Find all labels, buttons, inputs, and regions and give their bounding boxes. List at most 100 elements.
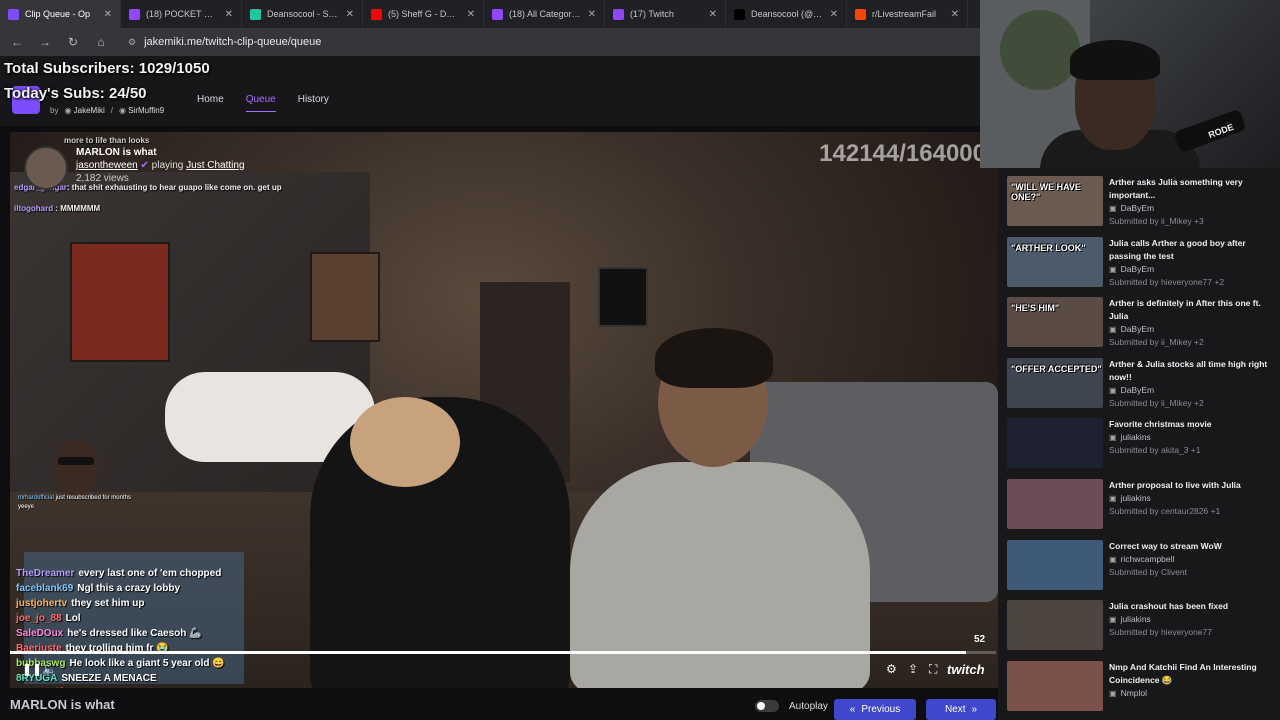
chat-text: they set him up bbox=[71, 598, 145, 609]
channel-icon: ▣ bbox=[1109, 385, 1117, 395]
channel-avatar[interactable] bbox=[24, 146, 68, 190]
channel-name: DaByEm bbox=[1120, 203, 1155, 213]
queue-item-submitter: Submitted by hieveryone77 bbox=[1109, 627, 1213, 638]
category-link[interactable]: Just Chatting bbox=[186, 160, 244, 171]
author-link-2[interactable]: ◉ SirMuffin9 bbox=[119, 106, 164, 115]
channel-icon: ▣ bbox=[1109, 494, 1117, 503]
channel-link[interactable]: jasontheween bbox=[76, 160, 138, 171]
queue-thumbnail[interactable]: "HE'S HIM" bbox=[1007, 297, 1103, 348]
tab-close-icon[interactable]: ✕ bbox=[830, 9, 838, 20]
queue-thumbnail[interactable]: "WILL WE HAVE ONE?" bbox=[1007, 176, 1103, 226]
browser-tab[interactable]: Deansocool - Stream ✕ bbox=[242, 0, 363, 28]
browser-toolbar: ← → ↻ ⌂ ⚙ jakemiki.me/twitch-clip-queue/… bbox=[0, 28, 980, 56]
chat-text: every last one of 'em chopped bbox=[78, 568, 222, 579]
channel-icon: ▣ bbox=[1109, 204, 1117, 213]
tab-close-icon[interactable]: ✕ bbox=[346, 9, 354, 20]
total-subscribers-overlay: Total Subscribers: 1029/1050 bbox=[4, 60, 210, 77]
queue-item[interactable]: "OFFER ACCEPTED" Arther & Julia stocks al… bbox=[1007, 357, 1273, 416]
author-link-1[interactable]: ◉ JakeMiki bbox=[64, 106, 104, 115]
queue-thumbnail[interactable]: "ARTHER LOOK" bbox=[1007, 236, 1103, 287]
nav-queue[interactable]: Queue bbox=[245, 94, 276, 112]
tab-title: (5) Sheff G - DAY N N bbox=[388, 9, 461, 19]
browser-tab[interactable]: (18) All Categories - ✕ bbox=[484, 0, 605, 28]
main-nav: Home Queue History bbox=[197, 94, 329, 112]
previous-button[interactable]: «Previous bbox=[834, 699, 916, 720]
back-icon[interactable]: ← bbox=[10, 35, 24, 49]
fullscreen-icon[interactable]: ⛶ bbox=[929, 662, 937, 677]
volume-icon[interactable]: 🔈 bbox=[42, 662, 57, 676]
browser-tab[interactable]: r/LivestreamFail ✕ bbox=[847, 0, 968, 28]
queue-item[interactable]: Arther proposal to live with Julia ▣ julia… bbox=[1007, 479, 1273, 537]
queue-thumbnail[interactable]: "OFFER ACCEPTED" bbox=[1007, 357, 1103, 408]
chat-username: joe_jo_88 bbox=[16, 613, 62, 624]
home-icon[interactable]: ⌂ bbox=[94, 35, 108, 49]
queue-item-channel: ▣ DaByEm bbox=[1109, 263, 1273, 276]
channel-name: juliakins bbox=[1120, 493, 1151, 503]
video-frame-poster bbox=[70, 242, 170, 362]
settings-icon[interactable]: ⚙ bbox=[886, 662, 897, 676]
site-credits: by ◉ JakeMiki / ◉ SirMuffin9 bbox=[50, 106, 164, 115]
clip-title[interactable]: MARLON is what bbox=[76, 146, 245, 159]
queue-thumbnail[interactable] bbox=[1007, 539, 1103, 590]
queue-item[interactable]: Correct way to stream WoW ▣ richwcampbell S… bbox=[1007, 539, 1273, 598]
queue-item-submitter: Submitted by centaur2826 +1 bbox=[1109, 506, 1221, 516]
previous-icon: « bbox=[849, 704, 856, 715]
video-frame-hair-right bbox=[655, 328, 773, 388]
queue-item[interactable]: "ARTHER LOOK" Julia calls Arther a good b… bbox=[1007, 236, 1273, 295]
browser-tab[interactable]: (18) POCKET WATCH ✕ bbox=[121, 0, 242, 28]
reload-icon[interactable]: ↻ bbox=[66, 35, 80, 49]
queue-item-title: Nmp And Katchii Find An Interesting Coin… bbox=[1109, 661, 1257, 685]
queue-item-title: Arther proposal to live with Julia bbox=[1109, 480, 1241, 490]
chat-message: more to life than looks bbox=[64, 136, 150, 145]
channel-icon: ▣ bbox=[1109, 554, 1117, 564]
chat-message: iltogohard : MMMMMM bbox=[14, 204, 101, 213]
browser-tab[interactable]: Clip Queue - Op ✕ bbox=[0, 0, 121, 28]
queue-thumbnail[interactable] bbox=[1007, 660, 1103, 711]
queue-item-title: Favorite christmas movie bbox=[1109, 419, 1212, 430]
queue-item[interactable]: Julia crashout has been fixed ▣ juliakins S… bbox=[1007, 600, 1273, 658]
queue-thumbnail[interactable] bbox=[1007, 600, 1103, 651]
queue-thumbnail[interactable] bbox=[1007, 479, 1103, 529]
queue-thumbnail[interactable] bbox=[1007, 418, 1103, 469]
chat-message: faceblank69 Ngl this a crazy lobby bbox=[16, 583, 225, 598]
queue-item-title: Julia calls Arther a good boy after pass… bbox=[1109, 237, 1246, 261]
channel-name: juliakins bbox=[1120, 432, 1151, 443]
url-text: jakemiki.me/twitch-clip-queue/queue bbox=[144, 36, 322, 48]
tab-close-icon[interactable]: ✕ bbox=[951, 9, 959, 20]
address-bar[interactable]: ⚙ jakemiki.me/twitch-clip-queue/queue bbox=[128, 36, 321, 48]
chat-username: TheDreamer bbox=[16, 568, 75, 579]
todays-subs-overlay: Today's Subs: 24/50 bbox=[4, 85, 147, 102]
clip-metadata: MARLON is what jasontheween ✔ playing Ju… bbox=[24, 146, 245, 190]
nav-history[interactable]: History bbox=[298, 94, 329, 112]
progress-fill bbox=[10, 651, 967, 654]
chat-message: joe_jo_88 Lol bbox=[16, 613, 225, 628]
queue-item[interactable]: Nmp And Katchii Find An Interesting Coin… bbox=[1007, 660, 1273, 719]
queue-item[interactable]: "HE'S HIM" Arther is definitely in After … bbox=[1007, 297, 1273, 355]
resub-alert: mrhardofficial just resubscribed for mon… bbox=[18, 495, 131, 510]
queue-item-title: Arther is definitely in After this one f… bbox=[1109, 298, 1261, 322]
site-info-icon[interactable]: ⚙ bbox=[128, 37, 136, 48]
clip-progress-bar[interactable] bbox=[10, 651, 996, 654]
queue-item-channel: ▣ juliakins bbox=[1109, 431, 1273, 444]
tab-close-icon[interactable]: ✕ bbox=[104, 9, 112, 20]
tab-close-icon[interactable]: ✕ bbox=[588, 9, 596, 20]
browser-tab[interactable]: (17) Twitch ✕ bbox=[605, 0, 726, 28]
browser-tab[interactable]: Deansocool (@Dean ✕ bbox=[726, 0, 847, 28]
tab-close-icon[interactable]: ✕ bbox=[709, 9, 717, 20]
tab-favicon-icon bbox=[371, 8, 382, 20]
clip-player[interactable]: 142144/164000 more to life than looks ed… bbox=[10, 132, 998, 688]
autoplay-toggle[interactable] bbox=[755, 700, 779, 712]
tab-close-icon[interactable]: ✕ bbox=[467, 9, 475, 20]
queue-item[interactable]: Favorite christmas movie ▣ juliakins Submit… bbox=[1007, 418, 1273, 476]
nav-home[interactable]: Home bbox=[197, 94, 224, 112]
chat-message: TheDreamer every last one of 'em chopped bbox=[16, 568, 225, 583]
clip-elapsed: 52 bbox=[974, 634, 986, 645]
forward-icon[interactable]: → bbox=[38, 35, 52, 49]
pause-icon[interactable]: ❚❚ bbox=[22, 662, 42, 676]
twitch-logo[interactable]: twitch bbox=[947, 662, 985, 677]
tab-close-icon[interactable]: ✕ bbox=[225, 9, 233, 20]
next-button[interactable]: Next» bbox=[926, 699, 996, 720]
queue-item[interactable]: "WILL WE HAVE ONE?" Arther asks Julia som… bbox=[1007, 176, 1273, 234]
browser-tab[interactable]: (5) Sheff G - DAY N N ✕ bbox=[363, 0, 484, 28]
share-icon[interactable]: ⇪ bbox=[908, 662, 918, 676]
